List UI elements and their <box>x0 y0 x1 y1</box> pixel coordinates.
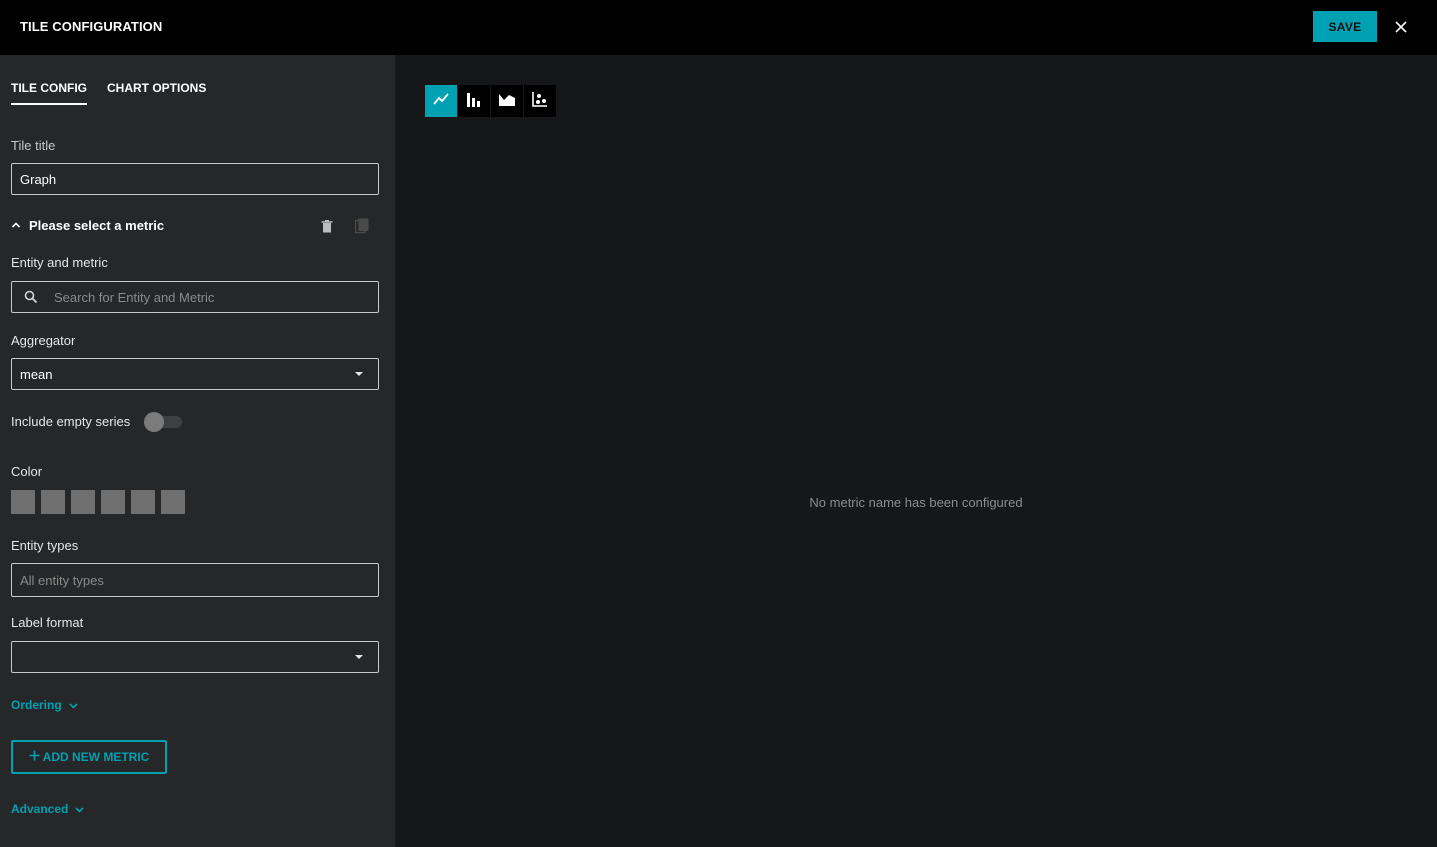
entity-types-placeholder: All entity types <box>20 572 104 588</box>
entity-metric-label: Entity and metric <box>11 255 108 270</box>
bar-chart-button[interactable] <box>458 85 490 117</box>
tab-tile-config[interactable]: TILE CONFIG <box>11 81 87 105</box>
dropdown-arrow-icon <box>355 655 363 659</box>
search-icon <box>24 290 38 307</box>
top-bar: TILE CONFIGURATION SAVE <box>0 0 1437 55</box>
plus-icon <box>29 750 40 764</box>
chart-type-selector <box>425 85 556 117</box>
metric-section-header[interactable]: Please select a metric <box>11 218 164 233</box>
chevron-down-icon <box>75 802 84 816</box>
ordering-toggle[interactable]: Ordering <box>11 698 78 712</box>
scatter-chart-button[interactable] <box>524 85 556 117</box>
area-chart-button[interactable] <box>491 85 523 117</box>
color-swatch[interactable] <box>71 490 95 514</box>
aggregator-select[interactable]: mean <box>11 358 379 390</box>
entity-metric-placeholder: Search for Entity and Metric <box>54 289 215 305</box>
include-empty-label: Include empty series <box>11 414 131 429</box>
advanced-toggle[interactable]: Advanced <box>11 802 84 816</box>
tile-title-value: Graph <box>20 171 57 187</box>
toggle-knob <box>144 412 164 432</box>
color-label: Color <box>11 464 43 479</box>
line-chart-button[interactable] <box>425 85 457 117</box>
chevron-up-icon <box>11 218 21 233</box>
empty-state-message: No metric name has been configured <box>809 495 1023 510</box>
color-swatches <box>11 490 185 514</box>
color-swatch[interactable] <box>41 490 65 514</box>
include-empty-toggle[interactable] <box>144 412 182 432</box>
chevron-down-icon <box>69 698 78 712</box>
color-swatch[interactable] <box>11 490 35 514</box>
advanced-label: Advanced <box>11 802 69 816</box>
entity-types-label: Entity types <box>11 538 79 553</box>
config-tabs: TILE CONFIG CHART OPTIONS <box>11 81 206 105</box>
close-icon[interactable] <box>1392 18 1410 36</box>
entity-types-input[interactable]: All entity types <box>11 563 379 597</box>
area-chart-icon <box>499 92 515 111</box>
color-swatch[interactable] <box>131 490 155 514</box>
color-swatch[interactable] <box>101 490 125 514</box>
add-new-metric-label: ADD NEW METRIC <box>42 750 150 764</box>
entity-metric-search-input[interactable]: Search for Entity and Metric <box>11 281 379 313</box>
scatter-chart-icon <box>532 91 548 112</box>
aggregator-label: Aggregator <box>11 333 76 348</box>
trash-icon[interactable] <box>321 220 333 238</box>
save-button[interactable]: SAVE <box>1313 11 1377 42</box>
color-swatch[interactable] <box>161 490 185 514</box>
chart-preview-area: No metric name has been configured <box>395 55 1437 847</box>
metric-section-title: Please select a metric <box>29 218 165 233</box>
config-sidebar: TILE CONFIG CHART OPTIONS Tile title Gra… <box>0 55 395 847</box>
bar-chart-icon <box>466 91 482 112</box>
label-format-label: Label format <box>11 615 84 630</box>
ordering-label: Ordering <box>11 698 62 712</box>
copy-icon[interactable] <box>354 218 370 239</box>
tile-title-input[interactable]: Graph <box>11 163 379 195</box>
line-chart-icon <box>433 92 449 111</box>
page-title: TILE CONFIGURATION <box>20 19 163 34</box>
dropdown-arrow-icon <box>355 372 363 376</box>
tab-chart-options[interactable]: CHART OPTIONS <box>107 81 206 105</box>
tile-title-label: Tile title <box>11 138 56 153</box>
aggregator-value: mean <box>20 366 53 382</box>
label-format-select[interactable] <box>11 641 379 673</box>
add-new-metric-button[interactable]: ADD NEW METRIC <box>11 740 167 774</box>
